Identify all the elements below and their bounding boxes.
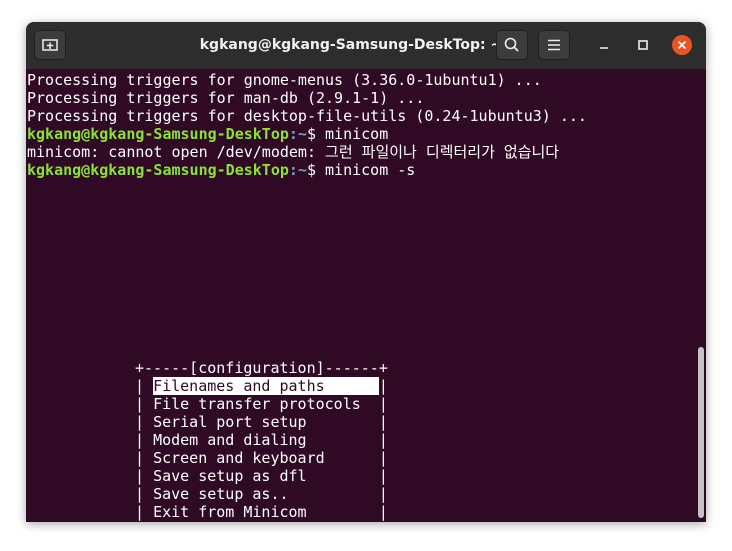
menu-border-left: |	[135, 485, 154, 503]
config-menu-row: | Modem and dialing |	[135, 431, 388, 449]
config-menu-item[interactable]: Serial port setup	[153, 413, 379, 431]
terminal-prompt-line: kgkang@kgkang-Samsung-DeskTop:~$ minicom	[27, 125, 388, 143]
config-menu-item[interactable]: Filenames and paths	[153, 377, 379, 395]
config-menu-row: | File transfer protocols |	[135, 395, 388, 413]
config-menu-item[interactable]: File transfer protocols	[153, 395, 379, 413]
minimize-icon[interactable]	[593, 34, 615, 56]
menu-border-left: |	[135, 413, 154, 431]
config-menu-item[interactable]: Save setup as dfl	[153, 467, 379, 485]
new-tab-button[interactable]	[34, 30, 66, 60]
config-menu-row: | Serial port setup |	[135, 413, 388, 431]
prompt-user: kgkang@kgkang-Samsung-DeskTop	[27, 125, 289, 143]
terminal-error-line: minicom: cannot open /dev/modem: 그런 파일이나…	[27, 143, 560, 161]
config-menu-title: +-----[configuration]------+	[135, 359, 388, 377]
menu-border-right: |	[378, 449, 388, 467]
config-menu-item[interactable]: Exit from Minicom	[153, 503, 379, 521]
config-menu-item[interactable]: Screen and keyboard	[153, 449, 379, 467]
menu-border-left: |	[135, 377, 154, 395]
menu-border-left: |	[135, 449, 154, 467]
title-bar[interactable]: kgkang@kgkang-Samsung-DeskTop: ~	[26, 22, 706, 69]
menu-border-right: |	[378, 485, 388, 503]
close-icon[interactable]	[671, 34, 693, 56]
menu-border-left: |	[135, 431, 154, 449]
config-menu-row: | Save setup as dfl |	[135, 467, 388, 485]
search-button[interactable]	[496, 30, 528, 60]
prompt-symbol: $	[306, 161, 326, 179]
terminal-window: kgkang@kgkang-Samsung-DeskTop: ~ Process…	[26, 22, 706, 522]
prompt-path: :~	[288, 161, 307, 179]
menu-border-right: |	[378, 431, 388, 449]
config-menu-item[interactable]: Save setup as..	[153, 485, 379, 503]
command-text: minicom -s	[325, 161, 416, 179]
hamburger-menu-icon	[548, 39, 560, 51]
menu-border-left: |	[135, 467, 154, 485]
terminal-area[interactable]: Processing triggers for gnome-menus (3.3…	[26, 69, 706, 522]
prompt-path: :~	[288, 125, 307, 143]
menu-border-right: |	[378, 413, 388, 431]
menu-border-left: |	[135, 503, 154, 521]
config-menu-row: | Screen and keyboard |	[135, 449, 388, 467]
terminal-output-line: Processing triggers for man-db (2.9.1-1)…	[27, 89, 425, 107]
terminal-output-line: Processing triggers for gnome-menus (3.3…	[27, 71, 542, 89]
maximize-icon[interactable]	[632, 34, 654, 56]
config-menu-row: | Exit from Minicom |	[135, 503, 388, 521]
terminal-prompt-line: kgkang@kgkang-Samsung-DeskTop:~$ minicom…	[27, 161, 415, 179]
menu-border-right: |	[378, 377, 388, 395]
menu-border-right: |	[378, 395, 388, 413]
prompt-user: kgkang@kgkang-Samsung-DeskTop	[27, 161, 289, 179]
menu-button[interactable]	[538, 30, 570, 60]
menu-border-right: |	[378, 467, 388, 485]
config-menu-row: | Save setup as.. |	[135, 485, 388, 503]
command-text: minicom	[325, 125, 389, 143]
menu-border-right: |	[378, 503, 388, 521]
config-menu-row: | Filenames and paths |	[135, 377, 388, 395]
terminal-output-line: Processing triggers for desktop-file-uti…	[27, 107, 587, 125]
terminal-scrollbar[interactable]	[698, 347, 704, 518]
menu-border-left: |	[135, 395, 154, 413]
search-icon	[504, 37, 519, 52]
window-title: kgkang@kgkang-Samsung-DeskTop: ~	[199, 37, 503, 53]
prompt-symbol: $	[306, 125, 326, 143]
config-menu-item[interactable]: Modem and dialing	[153, 431, 379, 449]
new-tab-icon	[42, 39, 58, 51]
